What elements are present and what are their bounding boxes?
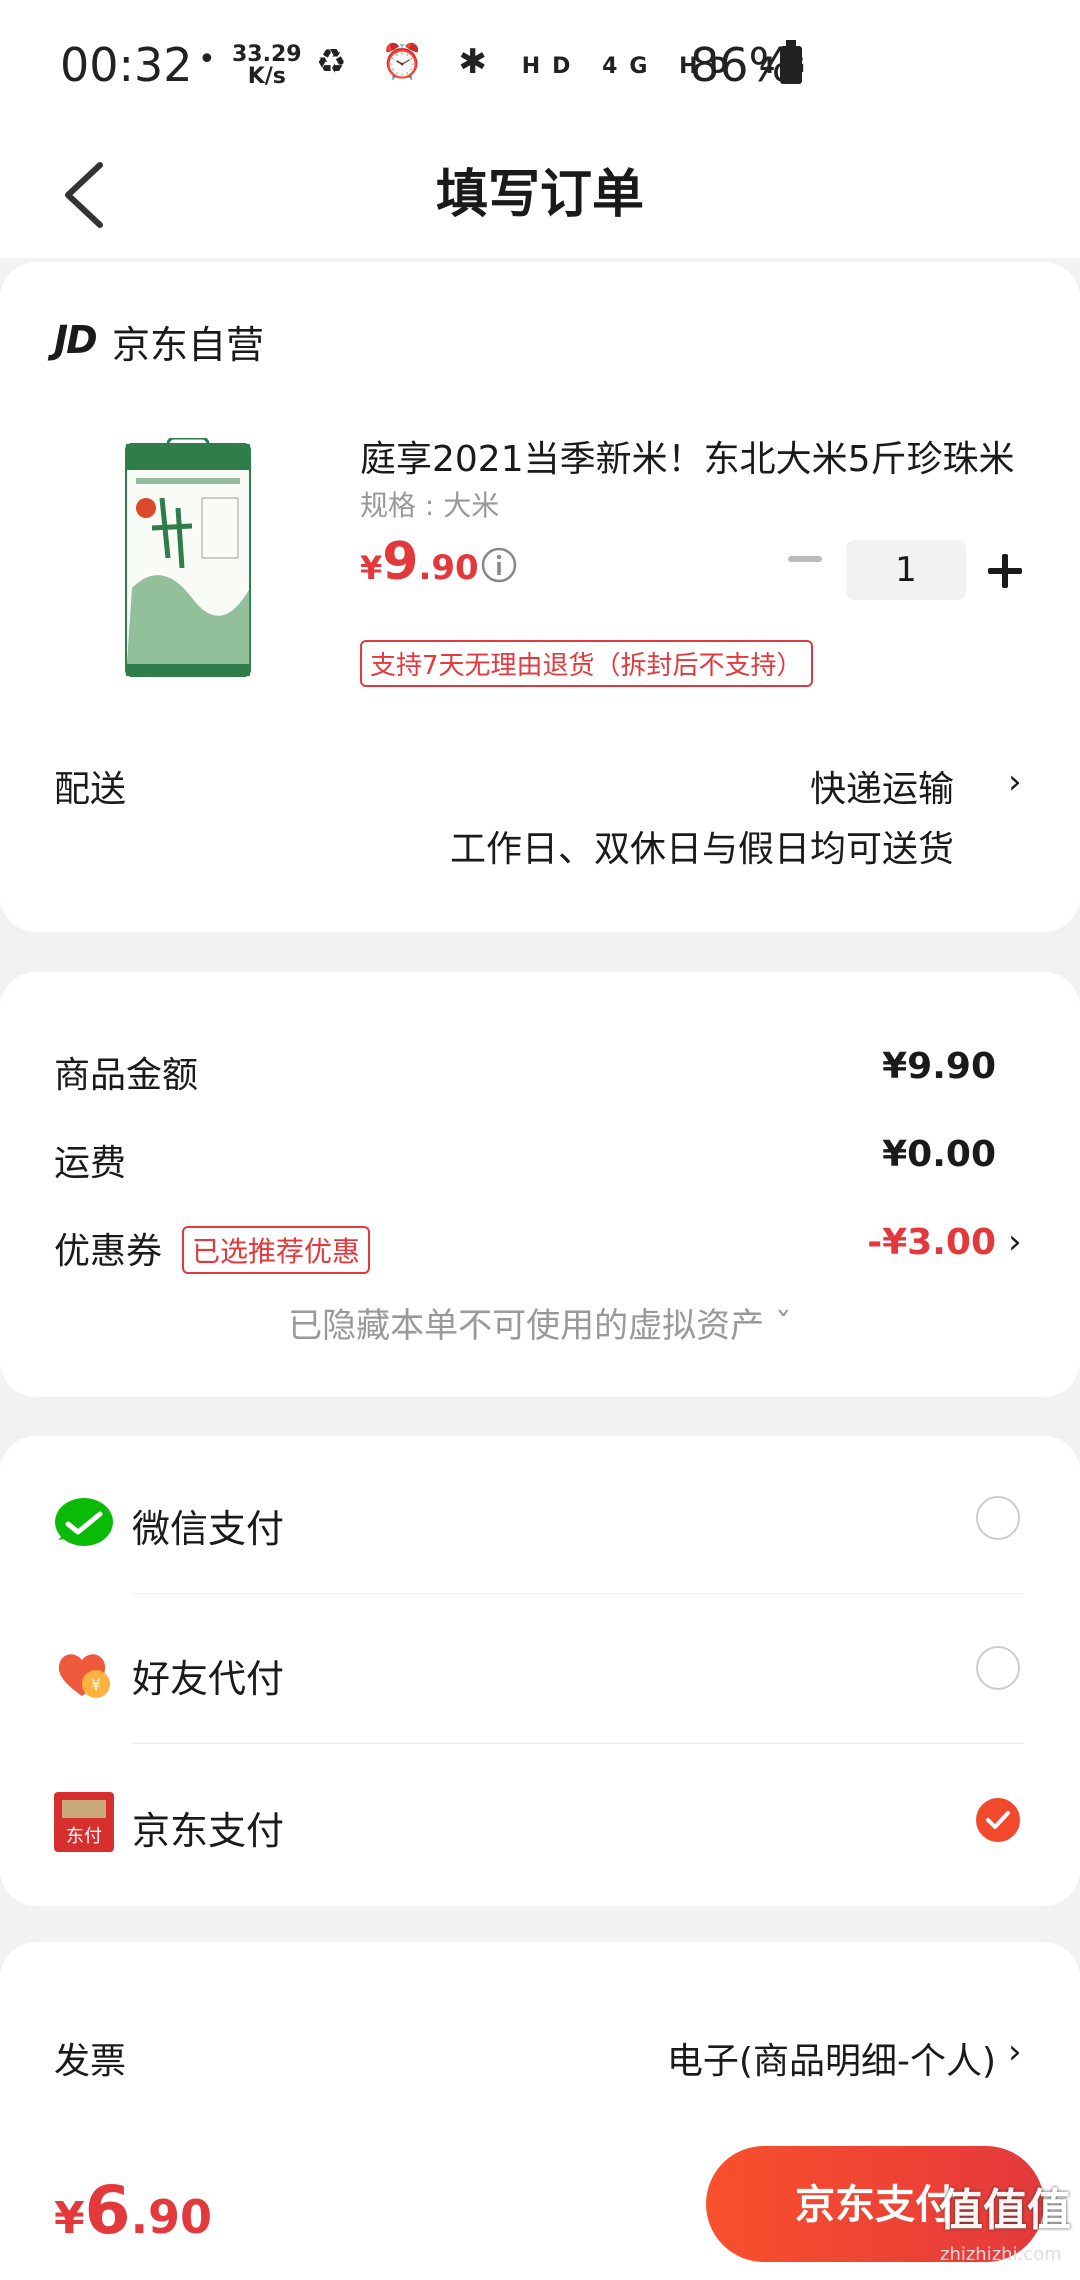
payment-option-label[interactable]: 京东支付 (132, 1800, 284, 1855)
wechat-pay-icon (55, 1498, 113, 1546)
wechat-pay-radio[interactable] (976, 1496, 1020, 1540)
friend-pay-icon: ¥ (58, 1654, 110, 1698)
goods-amount-label: 商品金额 (54, 1055, 199, 1096)
network-speed-value: 33.29 (232, 42, 302, 67)
total-integer: 6 (84, 2172, 131, 2249)
checkout-bar: ¥6.90 京东支付 (0, 2130, 1080, 2280)
shop-name: 京东自营 (112, 323, 265, 367)
coupon-label: 优惠券 (54, 1231, 163, 1272)
invoice-value[interactable]: 电子(商品明细-个人) (667, 2032, 996, 2084)
delivery-label: 配送 (54, 769, 127, 810)
price-decimal: .90 (418, 548, 479, 588)
status-time: 00:32 (60, 38, 193, 92)
network-speed: 33.29 K/s (232, 44, 302, 88)
quantity-decrease-button[interactable] (788, 556, 822, 562)
product-price: ¥9.90 (360, 532, 479, 592)
product-title[interactable]: 庭享2021当季新米！东北大米5斤珍珠米 (360, 430, 1020, 482)
total-price: ¥6.90 (54, 2172, 212, 2249)
coupon-amount[interactable]: -¥3.00 (867, 1222, 996, 1263)
chevron-right-icon[interactable]: › (1008, 762, 1022, 802)
battery-icon (780, 40, 802, 84)
jd-logo: JD (54, 318, 98, 362)
nav-bar: 填写订单 (0, 130, 1080, 258)
payment-methods-card: 微信支付 ¥ 好友代付 东付 京东支付 (0, 1436, 1080, 1906)
price-symbol: ¥ (360, 549, 383, 587)
quantity-increase-button-vertical[interactable] (1002, 554, 1008, 588)
alarm-icon: ⏰ (381, 42, 436, 82)
price-integer: 9 (382, 532, 419, 592)
return-policy-tag: 支持7天无理由退货（拆封后不支持） (360, 640, 813, 687)
watermark-logo: 值值值 (939, 2185, 1071, 2236)
battery-percent: 86% (690, 38, 793, 92)
network-speed-unit: K/s (247, 64, 286, 89)
friend-pay-radio[interactable] (976, 1646, 1020, 1690)
status-bar: 00:32 • 33.29 K/s ♻ ⏰ ✱ HD 4G HD 4G 86% (0, 0, 1080, 130)
total-symbol: ¥ (54, 2193, 85, 2244)
product-image[interactable] (122, 438, 254, 680)
chevron-right-icon[interactable]: › (1008, 2032, 1022, 2072)
payment-option-label[interactable]: 好友代付 (132, 1648, 284, 1703)
watermark-url: zhizhizhi.com (940, 2244, 1062, 2265)
info-icon[interactable] (480, 546, 518, 584)
hidden-assets-toggle[interactable]: 已隐藏本单不可使用的虚拟资产 ˇ (0, 1298, 1080, 1347)
total-decimal: .90 (130, 2190, 213, 2244)
shipping-amount: ¥0.00 (882, 1134, 996, 1175)
delivery-method[interactable]: 快递运输 (810, 760, 954, 812)
coupon-tag: 已选推荐优惠 (182, 1226, 371, 1274)
jd-pay-icon: 东付 (54, 1792, 114, 1852)
recycle-icon: ♻ (316, 42, 359, 82)
page-title: 填写订单 (435, 165, 644, 225)
price-summary-card: 商品金额 ¥9.90 运费 ¥0.00 优惠券 已选推荐优惠 -¥3.00 › … (0, 972, 1080, 1397)
quantity-input[interactable]: 1 (846, 540, 966, 600)
svg-text:¥: ¥ (91, 1675, 101, 1694)
divider (132, 1593, 1024, 1594)
chevron-right-icon[interactable]: › (1008, 1222, 1022, 1262)
shipping-label: 运费 (54, 1143, 127, 1184)
check-icon (986, 1811, 1010, 1829)
payment-option-label[interactable]: 微信支付 (132, 1498, 284, 1553)
jd-pay-radio[interactable] (976, 1798, 1020, 1842)
goods-amount: ¥9.90 (882, 1046, 996, 1087)
status-dot: • (198, 42, 216, 77)
bluetooth-icon: ✱ (458, 42, 499, 82)
order-item-card: JD 京东自营 庭享2021当季新米！东北大米5斤珍珠米 规格 : 大米 ¥9.… (0, 262, 1080, 932)
delivery-description: 工作日、双休日与假日均可送货 (449, 829, 954, 870)
divider (132, 1743, 1024, 1744)
invoice-label: 发票 (54, 2041, 127, 2082)
jd-pay-icon-text: 东付 (66, 1826, 102, 1847)
product-spec: 规格 : 大米 (360, 489, 500, 522)
